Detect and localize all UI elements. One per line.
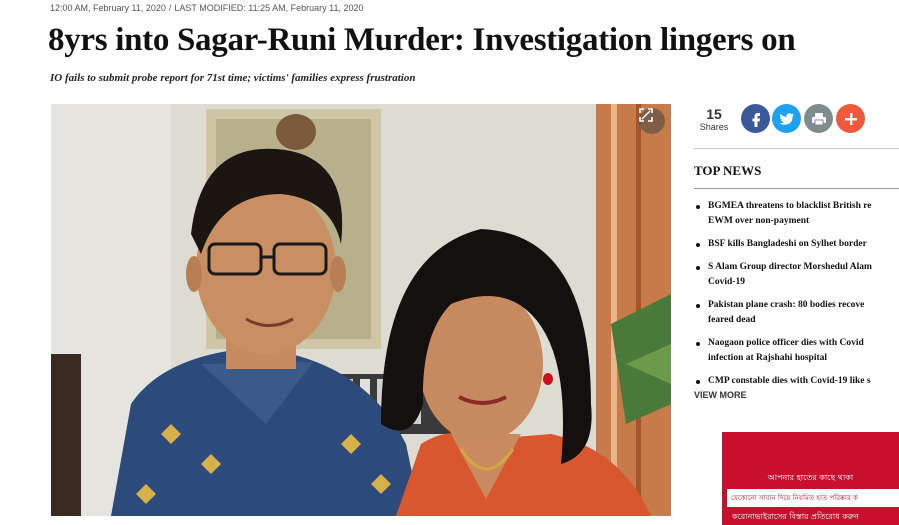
plus-icon xyxy=(844,112,857,125)
top-news-item-line: Naogaon police officer dies with Covid xyxy=(708,338,864,348)
top-news-title-divider xyxy=(694,188,899,189)
modified-time: LAST MODIFIED: 11:25 AM, February 11, 20… xyxy=(174,3,364,13)
top-news-item-line: infection at Rajshahi hospital xyxy=(708,353,828,363)
share-count: 15 Shares xyxy=(697,107,731,132)
bullet-icon xyxy=(696,380,700,384)
top-news-item[interactable]: S Alam Group director Morshedul Alam Cov… xyxy=(694,260,899,290)
view-more-link[interactable]: VIEW MORE xyxy=(694,390,747,400)
top-news-item-line: feared dead xyxy=(708,315,756,325)
print-button[interactable] xyxy=(804,104,833,133)
top-news-item-line: CMP constable dies with Covid-19 like s xyxy=(708,376,871,386)
bullet-icon xyxy=(696,342,700,346)
top-news-item-line: S Alam Group director Morshedul Alam xyxy=(708,262,872,272)
ad-text-line: আপনার হাতের কাছে থাকা xyxy=(767,473,854,482)
top-news-list: BGMEA threatens to blacklist British re … xyxy=(694,199,899,389)
top-news-item[interactable]: CMP constable dies with Covid-19 like s xyxy=(694,374,899,389)
top-news-item[interactable]: Naogaon police officer dies with Covid i… xyxy=(694,336,899,366)
ad-text-line: করোনাভাইরাসের বিস্তার প্রতিরোধ করুন xyxy=(732,512,859,521)
top-news-item-line: BSF kills Bangladeshi on Sylhet border xyxy=(708,239,867,249)
published-time: 12:00 AM, February 11, 2020 xyxy=(50,3,166,13)
print-icon xyxy=(811,112,826,125)
article-timestamp: 12:00 AM, February 11, 2020/LAST MODIFIE… xyxy=(50,3,364,13)
article-headline: 8yrs into Sagar-Runi Murder: Investigati… xyxy=(48,22,796,58)
expand-icon xyxy=(639,108,653,122)
ad-text-line: যেকোনো সাবান দিয়ে নিয়মিত হাত পরিষ্কার … xyxy=(727,489,899,507)
facebook-icon xyxy=(752,112,760,127)
share-count-label: Shares xyxy=(699,122,729,132)
top-news-title: TOP NEWS xyxy=(694,163,762,178)
bullet-icon xyxy=(696,304,700,308)
bullet-icon xyxy=(696,266,700,270)
top-news-item-line: BGMEA threatens to blacklist British re xyxy=(708,201,872,211)
article-photo[interactable] xyxy=(51,104,671,516)
photo-illustration xyxy=(51,104,671,516)
top-news-item-line: EWM over non-payment xyxy=(708,216,810,226)
twitter-icon xyxy=(778,112,794,125)
top-news-section: TOP NEWS BGMEA threatens to blacklist Br… xyxy=(694,148,899,397)
facebook-share-button[interactable] xyxy=(741,104,770,133)
top-news-divider xyxy=(694,148,899,149)
top-news-item[interactable]: BSF kills Bangladeshi on Sylhet border xyxy=(694,237,899,252)
top-news-item[interactable]: Pakistan plane crash: 80 bodies recove f… xyxy=(694,298,899,328)
bullet-icon xyxy=(696,205,700,209)
share-count-number: 15 xyxy=(706,106,722,122)
timestamp-separator: / xyxy=(168,3,172,13)
top-news-item[interactable]: BGMEA threatens to blacklist British re … xyxy=(694,199,899,229)
article-subheadline: IO fails to submit probe report for 71st… xyxy=(50,72,416,84)
bullet-icon xyxy=(696,243,700,247)
expand-photo-button[interactable] xyxy=(639,108,665,134)
advertisement-banner[interactable]: আপনার হাতের কাছে থাকা যেকোনো সাবান দিয়ে… xyxy=(722,432,899,525)
twitter-share-button[interactable] xyxy=(772,104,801,133)
more-share-button[interactable] xyxy=(836,104,865,133)
top-news-item-line: Covid-19 xyxy=(708,277,745,287)
top-news-item-line: Pakistan plane crash: 80 bodies recove xyxy=(708,300,865,310)
